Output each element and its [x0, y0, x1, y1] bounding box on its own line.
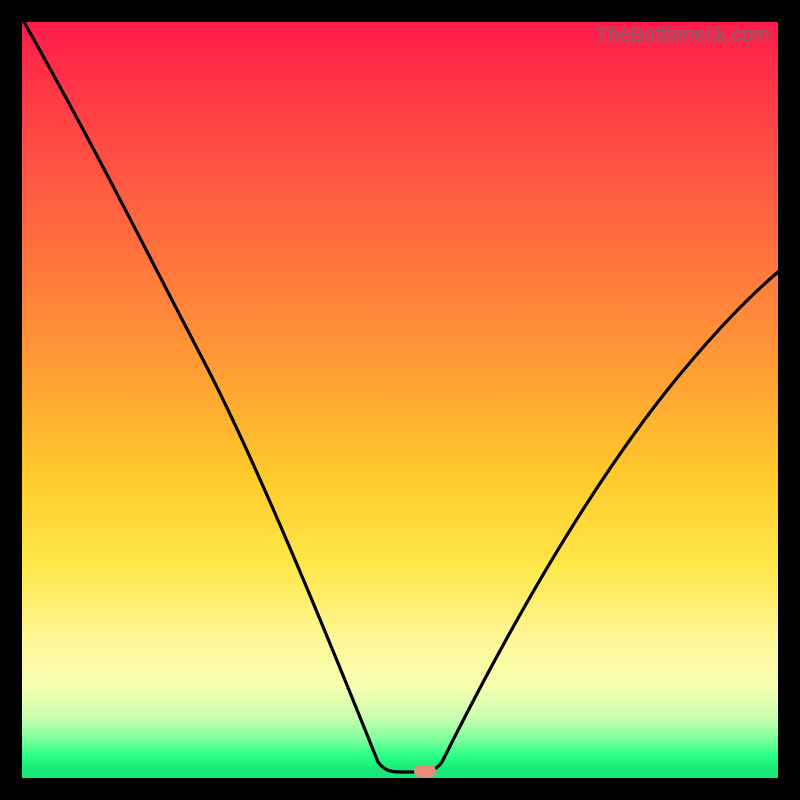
bottleneck-curve — [22, 22, 778, 778]
optimum-marker — [414, 765, 436, 777]
chart-frame: TheBottleneck.com — [0, 0, 800, 800]
chart-plot-area: TheBottleneck.com — [22, 22, 778, 778]
